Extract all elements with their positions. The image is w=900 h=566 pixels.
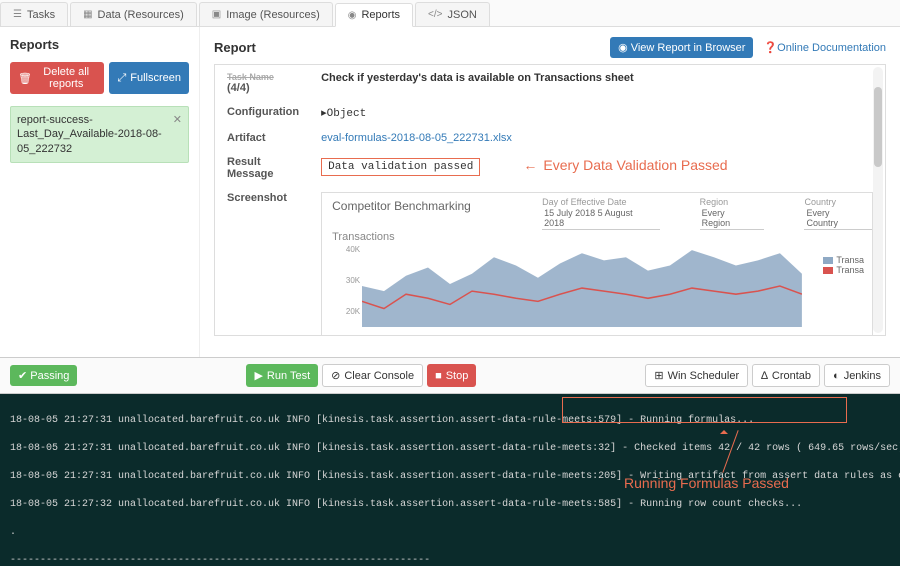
report-detail-box: Task Name(4/4) Check if yesterday's data… — [214, 64, 886, 336]
artifact-key: Artifact — [217, 127, 309, 149]
report-item-label: report-success-Last_Day_Available-2018-0… — [17, 113, 173, 156]
chart-legend: Transa Transa — [823, 255, 864, 275]
console-line: ----------------------------------------… — [10, 554, 890, 566]
close-icon[interactable]: ✕ — [173, 113, 182, 127]
crontab-button[interactable]: ∆ Crontab — [752, 364, 820, 387]
console-line: 18-08-05 21:27:31 unallocated.barefruit.… — [10, 442, 890, 456]
result-message: Data validation passed — [321, 158, 480, 176]
top-tabs: ☰ Tasks ▦ Data (Resources) ▣ Image (Resourc… — [0, 0, 900, 27]
tab-json[interactable]: </> JSON — [415, 2, 490, 26]
tab-reports-label: Reports — [361, 9, 400, 21]
task-name: Check if yesterday's data is available o… — [321, 72, 634, 84]
chart-plot — [362, 245, 802, 327]
scrollbar-thumb[interactable] — [874, 87, 882, 167]
report-list-item[interactable]: report-success-Last_Day_Available-2018-0… — [10, 106, 189, 163]
view-report-browser-button[interactable]: ◉ View Report in Browser — [610, 37, 753, 58]
online-docs-link[interactable]: ❓Online Documentation — [763, 41, 886, 54]
linux-icon: ∆ — [761, 370, 768, 382]
artifact-link[interactable]: eval-formulas-2018-08-05_222731.xlsx — [321, 132, 512, 144]
win-scheduler-button[interactable]: ⊞ Win Scheduler — [645, 364, 748, 387]
stop-button[interactable]: ■Stop — [427, 364, 476, 387]
annotation-formulas-passed: Running Formulas Passed — [624, 474, 789, 494]
test-toolbar: ✔ Passing ▶Run Test ⊘Clear Console ■Stop… — [0, 357, 900, 394]
annotation-highlight-box — [562, 397, 847, 423]
console-output[interactable]: 18-08-05 21:27:31 unallocated.barefruit.… — [0, 394, 900, 566]
status-passing-badge: ✔ Passing — [10, 365, 77, 386]
image-icon: ▣ — [212, 9, 221, 20]
tab-tasks[interactable]: ☰ Tasks — [0, 2, 68, 26]
windows-icon: ⊞ — [654, 369, 663, 382]
scrollbar[interactable] — [873, 67, 883, 333]
screenshot-preview: Competitor Benchmarking Day of Effective… — [321, 192, 873, 336]
play-icon: ▶ — [254, 369, 262, 382]
config-key: Configuration — [217, 101, 309, 125]
help-icon: ❓ — [763, 42, 777, 54]
ban-icon: ⊘ — [331, 369, 340, 382]
clear-console-button[interactable]: ⊘Clear Console — [322, 364, 423, 387]
eye-icon: ◉ — [348, 10, 357, 21]
reports-title: Reports — [10, 37, 189, 52]
annotation-arrow-icon — [700, 424, 750, 474]
main-area: Reports 🗑Delete all reports ⤢Fullscreen … — [0, 27, 900, 357]
stop-icon: ■ — [435, 370, 442, 382]
expand-icon: ⤢ — [117, 72, 126, 85]
code-icon: </> — [428, 9, 442, 20]
result-key: Result Message — [217, 151, 309, 185]
reports-sidebar: Reports 🗑Delete all reports ⤢Fullscreen … — [0, 27, 200, 357]
config-value[interactable]: ▸Object — [311, 101, 883, 125]
table-icon: ▦ — [83, 9, 92, 20]
delete-all-reports-button[interactable]: 🗑Delete all reports — [10, 62, 104, 94]
report-title: Report — [214, 40, 256, 55]
screenshot-key: Screenshot — [217, 187, 309, 336]
chart-section: Transactions — [332, 231, 862, 243]
tab-image-resources[interactable]: ▣ Image (Resources) — [199, 2, 333, 26]
jenkins-icon: ◐ — [833, 370, 840, 382]
annotation-validation-passed: Every Data Validation Passed — [523, 157, 727, 173]
trash-icon: 🗑 — [18, 72, 32, 85]
tab-reports[interactable]: ◉ Reports — [335, 3, 413, 27]
tab-tasks-label: Tasks — [27, 9, 55, 21]
jenkins-button[interactable]: ◐ Jenkins — [824, 364, 890, 387]
tab-image-label: Image (Resources) — [226, 9, 320, 21]
eye-icon: ◉ — [618, 42, 631, 54]
task-counter: (4/4) — [227, 82, 250, 94]
tab-data-label: Data (Resources) — [98, 9, 184, 21]
tab-data-resources[interactable]: ▦ Data (Resources) — [70, 2, 197, 26]
console-line: . — [10, 526, 890, 540]
list-icon: ☰ — [13, 9, 22, 20]
tab-json-label: JSON — [447, 9, 476, 21]
check-icon: ✔ — [18, 370, 30, 382]
fullscreen-button[interactable]: ⤢Fullscreen — [109, 62, 189, 94]
report-panel: Report ◉ View Report in Browser ❓Online … — [200, 27, 900, 357]
run-test-button[interactable]: ▶Run Test — [246, 364, 318, 387]
console-line: 18-08-05 21:27:32 unallocated.barefruit.… — [10, 498, 890, 512]
chart-filters: Day of Effective Date15 July 2018 5 Augu… — [542, 197, 872, 230]
